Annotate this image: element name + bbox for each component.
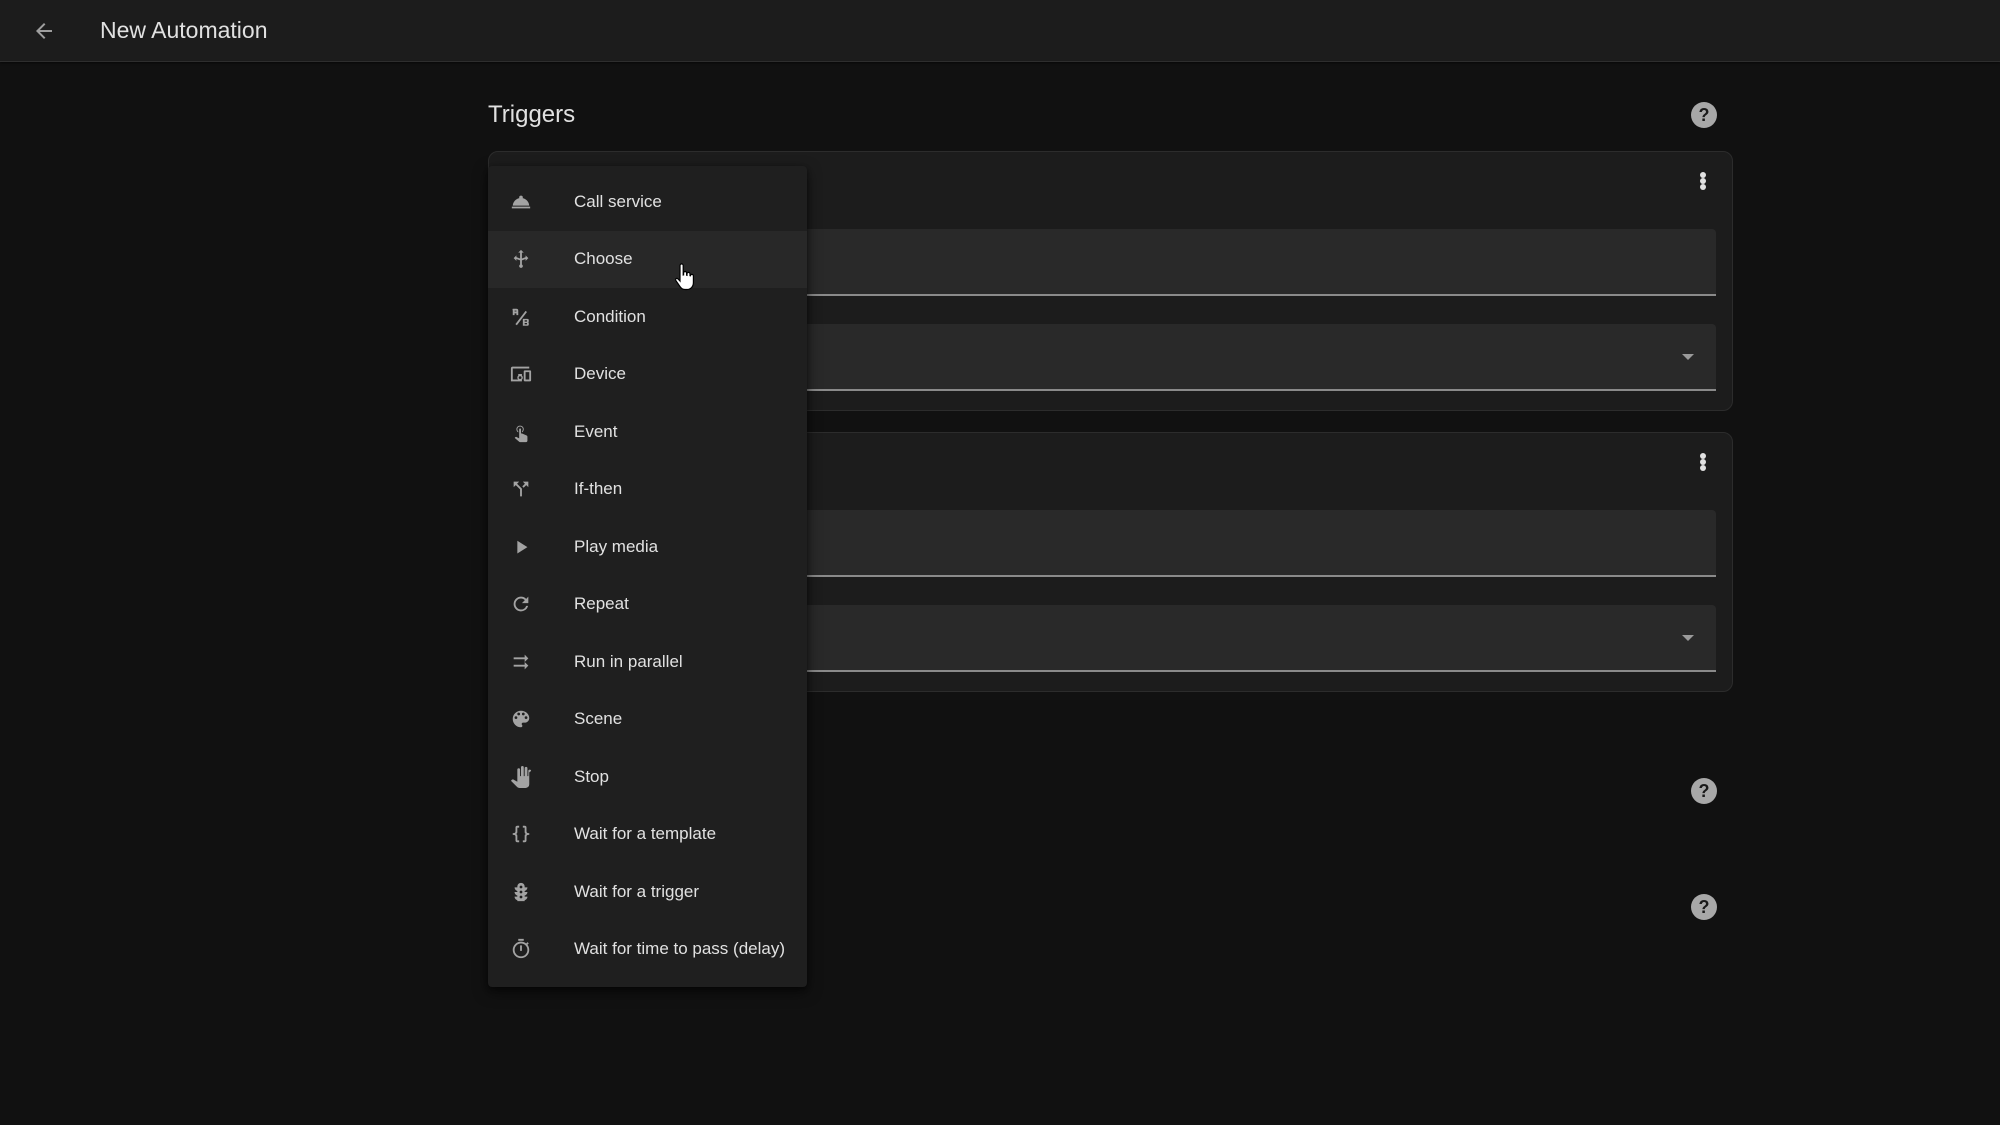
top-app-bar: New Automation: [0, 0, 2000, 62]
shuffle-parallel-icon: [509, 650, 533, 674]
devices-icon: [509, 362, 533, 386]
help-circle-icon: ?: [1698, 780, 1710, 801]
triggers-heading: Triggers: [488, 101, 576, 128]
conditions-help-button[interactable]: ?: [1691, 778, 1717, 804]
play-icon: [509, 535, 533, 559]
menu-item-device[interactable]: Device: [488, 346, 807, 404]
card-2-overflow-button[interactable]: [1696, 449, 1710, 475]
menu-item-condition[interactable]: Condition: [488, 288, 807, 346]
gesture-tap-icon: [509, 420, 533, 444]
timer-outline-icon: [509, 937, 533, 961]
dot: [1700, 184, 1706, 190]
menu-item-choose[interactable]: Choose: [488, 230, 807, 288]
page-title: New Automation: [100, 17, 268, 43]
menu-down-icon: [1682, 635, 1694, 641]
room-service-icon: [509, 190, 533, 214]
call-split-icon: [509, 477, 533, 501]
dot: [1700, 465, 1706, 471]
refresh-icon: [509, 592, 533, 616]
action-type-menu: Call service Choose Condition Device Eve…: [488, 166, 807, 987]
code-braces-icon: [509, 822, 533, 846]
actions-help-button[interactable]: ?: [1691, 894, 1717, 920]
ab-testing-icon: [509, 305, 533, 329]
help-circle-icon: ?: [1698, 104, 1710, 125]
triggers-help-button[interactable]: ?: [1691, 102, 1717, 128]
menu-item-if-then[interactable]: If-then: [488, 461, 807, 519]
menu-item-wait-for-trigger[interactable]: Wait for a trigger: [488, 863, 807, 921]
traffic-light-icon: [509, 880, 533, 904]
hand-back-icon: [509, 765, 533, 789]
help-circle-icon: ?: [1698, 896, 1710, 917]
menu-item-scene[interactable]: Scene: [488, 691, 807, 749]
menu-item-repeat[interactable]: Repeat: [488, 576, 807, 634]
menu-item-call-service[interactable]: Call service: [488, 173, 807, 231]
card-1-overflow-button[interactable]: [1696, 168, 1710, 194]
menu-item-wait-for-template[interactable]: Wait for a template: [488, 806, 807, 864]
back-button[interactable]: [26, 13, 62, 49]
menu-down-icon: [1682, 354, 1694, 360]
menu-item-play-media[interactable]: Play media: [488, 518, 807, 576]
arrow-decision-icon: [509, 247, 533, 271]
menu-item-wait-for-delay[interactable]: Wait for time to pass (delay): [488, 921, 807, 979]
menu-item-run-in-parallel[interactable]: Run in parallel: [488, 633, 807, 691]
menu-item-stop[interactable]: Stop: [488, 748, 807, 806]
arrow-left-icon: [36, 23, 52, 39]
palette-icon: [509, 707, 533, 731]
menu-item-event[interactable]: Event: [488, 403, 807, 461]
